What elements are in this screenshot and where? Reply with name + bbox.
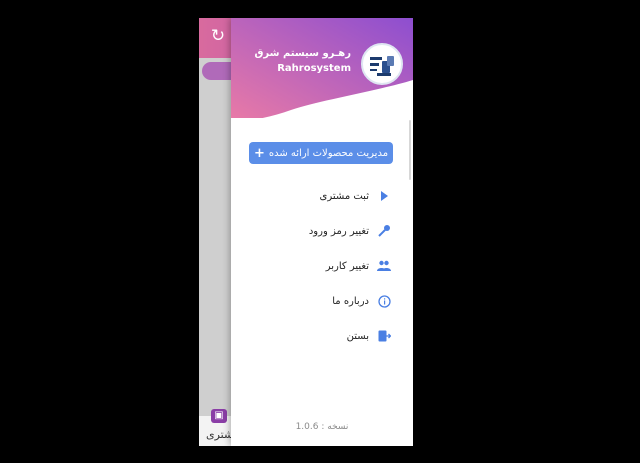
exit-icon xyxy=(377,329,391,343)
triangle-right-icon xyxy=(377,189,391,203)
plus-icon: + xyxy=(253,145,265,161)
image-icon[interactable]: ▣ xyxy=(211,409,227,423)
menu-item-change-password[interactable]: تغییر رمز ورود xyxy=(309,221,391,241)
menu-item-about[interactable]: درباره ما xyxy=(332,291,391,311)
refresh-icon[interactable]: ↻ xyxy=(209,27,227,45)
navigation-drawer: رهـرو سیستم شرق Rahrosystem مدیریت محصول… xyxy=(231,18,413,446)
brand-name-persian: رهـرو سیستم شرق xyxy=(254,48,351,59)
info-icon xyxy=(377,294,391,308)
key-icon xyxy=(377,224,391,238)
menu-item-label: تغییر رمز ورود xyxy=(308,225,369,237)
menu-item-change-user[interactable]: تغییر کاربر xyxy=(326,256,391,276)
version-label: نسخه : 1.0.6 xyxy=(295,422,349,432)
manage-products-button[interactable]: مدیریت محصولات ارائه شده + xyxy=(249,142,393,164)
menu-item-label: بستن xyxy=(346,330,369,342)
menu-item-register-customer[interactable]: ثبت مشتری xyxy=(320,186,391,206)
brand-name-english: Rahrosystem xyxy=(277,63,351,74)
users-icon xyxy=(377,259,391,273)
menu-item-close[interactable]: بستن xyxy=(347,326,391,346)
menu-item-label: ثبت مشتری xyxy=(319,190,369,202)
scrollbar[interactable] xyxy=(409,120,411,180)
company-logo xyxy=(361,43,403,85)
menu-item-label: درباره ما xyxy=(332,295,369,307)
drawer-header: رهـرو سیستم شرق Rahrosystem xyxy=(231,18,413,118)
menu-item-label: تغییر کاربر xyxy=(325,260,369,272)
manage-products-label: مدیریت محصولات ارائه شده xyxy=(268,147,389,159)
